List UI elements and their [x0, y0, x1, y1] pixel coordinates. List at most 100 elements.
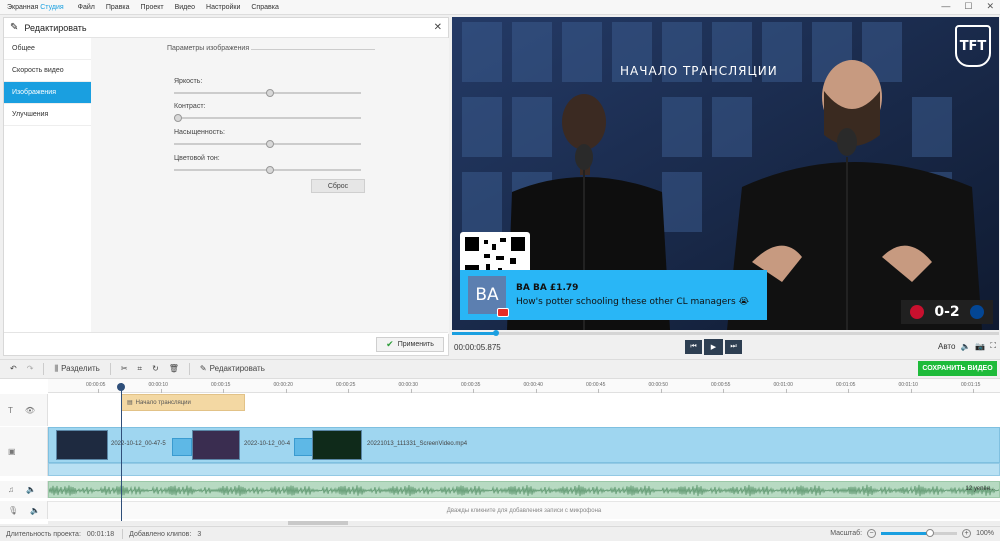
close-window-icon[interactable]: ✕ — [986, 1, 994, 12]
menu-edit[interactable]: Правка — [106, 4, 130, 11]
video-track-header: ▣ — [0, 427, 48, 476]
ruler-tick-label: 00:00:15 — [211, 382, 231, 388]
edit-toolbar: ↶ ↷ ⫼ Разделить ✂ ⌗ ↻ 🗑 ✎ Редактировать СО… — [0, 359, 1000, 377]
slider-handle[interactable] — [265, 89, 274, 97]
apply-button[interactable]: ✔ Применить — [376, 337, 444, 352]
clip-thumbnail[interactable] — [56, 430, 108, 460]
ruler-tick-label: 00:01:15 — [961, 382, 981, 388]
youtube-icon — [497, 308, 509, 317]
edit-button[interactable]: ✎ Редактировать — [200, 364, 265, 373]
menu-project[interactable]: Проект — [141, 4, 164, 11]
slider-label: Контраст: — [174, 103, 206, 110]
save-video-button[interactable]: СОХРАНИТЬ ВИДЕО — [918, 361, 997, 376]
clip-thumbnail[interactable] — [192, 430, 240, 460]
zoom-in-button[interactable]: + — [962, 529, 972, 538]
ruler-tick — [848, 389, 849, 393]
rotate-icon[interactable]: ↻ — [152, 364, 159, 373]
channel-logo: TFT — [955, 25, 991, 67]
zoom-slider[interactable] — [881, 529, 958, 537]
title-clip-label: Начало трансляции — [135, 399, 191, 406]
toolbar-divider — [188, 362, 190, 375]
zoom-value: 100% — [976, 530, 994, 537]
ruler-tick — [473, 389, 474, 393]
clips-label: Добавлено клипов: — [129, 530, 192, 538]
menu-file[interactable]: Файл — [78, 4, 95, 11]
slider-label: Яркость: — [174, 78, 203, 85]
speaker-icon[interactable]: 🔈 — [30, 506, 40, 515]
clip-label: 2022-10-12_00-47-5 — [111, 441, 166, 447]
skip-forward-button[interactable]: ⏭ — [725, 340, 742, 354]
close-icon[interactable]: ✕ — [434, 22, 442, 33]
menu-help[interactable]: Справка — [251, 4, 278, 11]
slider-label: Цветовой тон: — [174, 155, 220, 162]
volume-icon[interactable]: 🔈 — [960, 342, 970, 351]
reset-button[interactable]: Сброс — [311, 179, 365, 193]
menu-settings[interactable]: Настройки — [206, 4, 240, 11]
mic-track[interactable]: Дважды кликните для добавления записи с … — [48, 501, 1000, 519]
avatar: BA — [468, 276, 509, 317]
club-badge-icon — [910, 305, 925, 319]
slider-track[interactable] — [174, 117, 361, 119]
tab-general[interactable]: Общее — [4, 38, 91, 60]
playhead-handle[interactable] — [117, 383, 125, 391]
transition-marker[interactable] — [172, 438, 192, 456]
tab-video-speed[interactable]: Скорость видео — [4, 60, 91, 82]
snapshot-icon[interactable]: 📷 — [975, 342, 985, 351]
stream-overlay-title: НАЧАЛО ТРАНСЛЯЦИИ — [620, 64, 778, 78]
slider-handle[interactable] — [265, 166, 274, 174]
maximize-icon[interactable]: ☐ — [964, 1, 972, 12]
speaker-icon[interactable]: 🔈 — [26, 485, 36, 494]
time-ruler[interactable]: 00:00:05 00:00:10 00:00:15 00:00:20 00:00:25… — [48, 379, 1000, 393]
edit-panel: ✎ Редактировать ✕ Общее Скорость видео И… — [3, 17, 449, 356]
tab-enhancements[interactable]: Улучшения — [4, 104, 91, 126]
ruler-tick-label: 00:00:25 — [336, 382, 356, 388]
zoom-handle[interactable] — [926, 529, 935, 537]
fullscreen-icon[interactable]: ⛶ — [990, 341, 996, 351]
clip-thumbnail[interactable] — [312, 430, 362, 460]
music-icon: ♫ — [8, 485, 14, 494]
transport-controls: ⏮ ▶ ⏭ — [685, 339, 742, 355]
text-icon[interactable]: T — [8, 406, 13, 415]
visibility-icon[interactable]: 👁 — [25, 406, 35, 415]
ruler-tick — [598, 389, 599, 393]
playhead[interactable] — [121, 383, 122, 523]
cut-icon[interactable]: ✂ — [121, 364, 128, 373]
video-track[interactable]: 2022-10-12_00-47-5 2022-10-12_00-4 20221… — [48, 427, 1000, 463]
toolbar-divider — [43, 362, 45, 375]
transition-marker[interactable] — [294, 438, 314, 456]
video-subtrack[interactable] — [48, 463, 1000, 476]
minimize-icon[interactable]: — — [941, 1, 950, 12]
window-controls: — ☐ ✕ — [941, 1, 994, 12]
scrollbar-thumb[interactable] — [288, 521, 348, 525]
slider-handle[interactable] — [174, 114, 182, 122]
progress-handle[interactable] — [492, 330, 499, 336]
zoom-out-button[interactable]: − — [867, 529, 877, 538]
menu-video[interactable]: Видео — [175, 4, 195, 11]
ruler-tick-label: 00:00:35 — [461, 382, 481, 388]
undo-icon[interactable]: ↶ — [10, 364, 17, 373]
ruler-tick — [285, 389, 287, 393]
tab-image[interactable]: Изображения — [4, 82, 96, 104]
timeline: 00:00:05 00:00:10 00:00:15 00:00:20 00:00:25… — [0, 378, 1000, 525]
crop-icon[interactable]: ⌗ — [138, 364, 143, 374]
timeline-scrollbar[interactable] — [48, 521, 1000, 525]
ruler-tick-label: 00:00:55 — [711, 382, 731, 388]
playback-progress[interactable] — [452, 330, 999, 336]
ruler-tick-label: 00:01:10 — [898, 382, 918, 388]
video-preview[interactable]: НАЧАЛО ТРАНСЛЯЦИИ TFT BA BA BA £1.79 How… — [452, 17, 999, 330]
title-clip[interactable]: ▤ Начало трансляции — [121, 394, 245, 411]
duration-value: 00:01:18 — [86, 530, 115, 538]
play-button[interactable]: ▶ — [704, 339, 723, 355]
delete-icon[interactable]: 🗑 — [169, 364, 179, 373]
status-divider — [122, 529, 124, 539]
redo-icon[interactable]: ↷ — [27, 364, 34, 373]
clip-label: 20221013_111331_ScreenVideo.mp4 — [367, 441, 468, 447]
duration-label: Длительность проекта: — [6, 530, 81, 538]
zoom-fill — [881, 532, 931, 535]
audio-track[interactable]: 12 уепен... — [48, 481, 1000, 498]
slider-handle[interactable] — [265, 140, 274, 148]
auto-quality[interactable]: Авто — [938, 342, 955, 351]
skip-back-button[interactable]: ⏮ — [685, 340, 702, 354]
split-button[interactable]: ⫼ Разделить — [54, 364, 99, 374]
ruler-tick-label: 00:00:40 — [523, 382, 543, 388]
